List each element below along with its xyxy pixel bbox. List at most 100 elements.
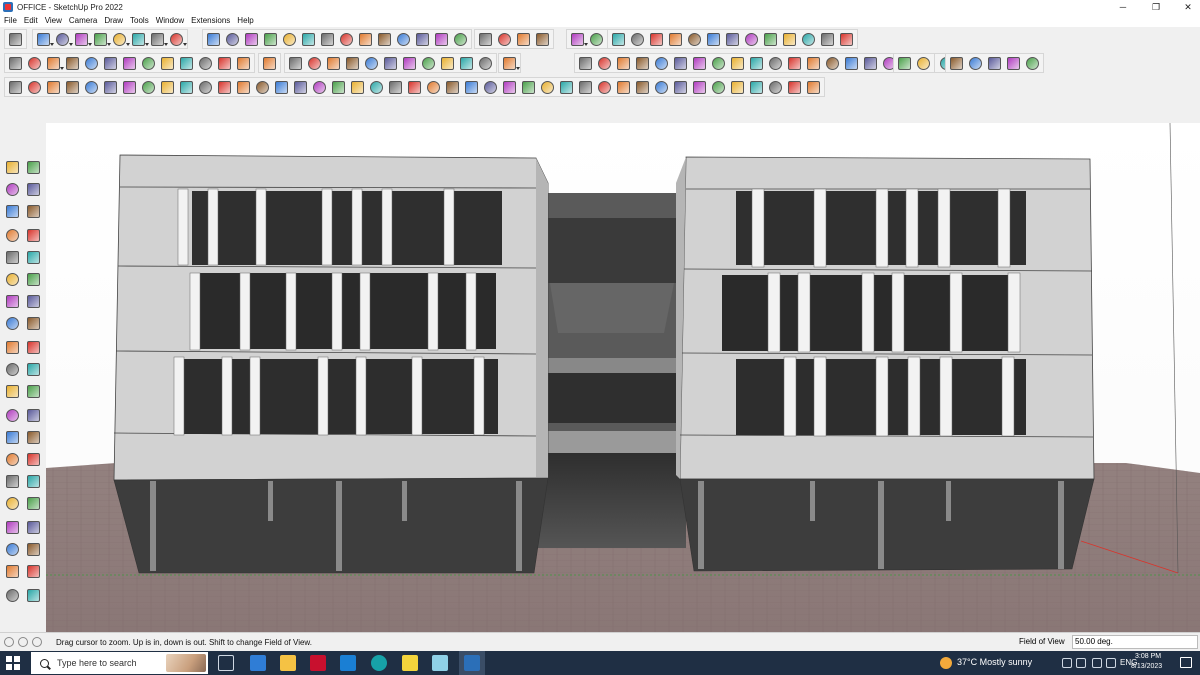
weather-text[interactable]: 37°C Mostly sunny — [957, 657, 1032, 667]
styles-tool-8-icon[interactable] — [139, 54, 158, 73]
orbit-tool-icon[interactable] — [24, 158, 43, 177]
text-tool-icon[interactable] — [3, 406, 22, 425]
shapes-tool-8-icon[interactable] — [709, 54, 728, 73]
views-tool-4-icon[interactable] — [533, 30, 552, 49]
sections-tool-1-icon[interactable] — [947, 54, 966, 73]
sketchup-task-icon[interactable] — [464, 655, 480, 671]
edit-tool-8-icon[interactable] — [337, 30, 356, 49]
extensions-tool-8-icon[interactable] — [139, 78, 158, 97]
circle-tool-icon[interactable] — [3, 270, 22, 289]
sandbox-tool-5-icon[interactable] — [685, 30, 704, 49]
solid-tool-3-icon[interactable] — [324, 54, 343, 73]
credits-icon[interactable] — [18, 637, 28, 647]
solid-tool-11-icon[interactable] — [476, 54, 495, 73]
sandbox-tool-3-icon[interactable] — [647, 30, 666, 49]
extensions-tool-27-icon[interactable] — [500, 78, 519, 97]
start-button[interactable] — [6, 656, 20, 670]
paint-tool-icon[interactable] — [3, 180, 22, 199]
extensions-tool-14-icon[interactable] — [253, 78, 272, 97]
menu-camera[interactable]: Camera — [69, 16, 97, 25]
sandbox-tool-2-icon[interactable] — [628, 30, 647, 49]
component-tool-icon[interactable] — [3, 202, 22, 221]
extensions-tool-31-icon[interactable] — [576, 78, 595, 97]
shapes-tool-12-icon[interactable] — [785, 54, 804, 73]
principal-tool-7-icon[interactable] — [148, 30, 168, 49]
styles-tool-13-icon[interactable] — [234, 54, 253, 73]
minimize-button[interactable]: ─ — [1112, 0, 1134, 14]
arc-tool-1-icon[interactable] — [260, 54, 279, 73]
shapes-tool-2-icon[interactable] — [595, 54, 614, 73]
sandbox-tool-10-icon[interactable] — [780, 30, 799, 49]
styles-tool-3-icon[interactable] — [44, 54, 64, 73]
edit-tool-9-icon[interactable] — [356, 30, 375, 49]
extensions-tool-13-icon[interactable] — [234, 78, 253, 97]
extensions-tool-35-icon[interactable] — [652, 78, 671, 97]
principal-tool-4-icon[interactable] — [91, 30, 111, 49]
sandbox-tool-12-icon[interactable] — [818, 30, 837, 49]
polygon-tool-icon[interactable] — [24, 270, 43, 289]
freehand-tool-icon[interactable] — [24, 226, 43, 245]
geo-location-icon[interactable] — [4, 637, 14, 647]
edit-tool-5-icon[interactable] — [280, 30, 299, 49]
notifications-icon[interactable] — [1180, 657, 1192, 668]
extensions-tool-26-icon[interactable] — [481, 78, 500, 97]
edit-tool-11-icon[interactable] — [394, 30, 413, 49]
pie-tool-icon[interactable] — [24, 292, 43, 311]
edit-tool-10-icon[interactable] — [375, 30, 394, 49]
extensions-tool-7-icon[interactable] — [120, 78, 139, 97]
styles-tool-12-icon[interactable] — [215, 54, 234, 73]
shapes-tool-13-icon[interactable] — [804, 54, 823, 73]
extensions-tool-40-icon[interactable] — [747, 78, 766, 97]
rotate-tool-icon[interactable] — [3, 360, 22, 379]
close-button[interactable]: ✕ — [1177, 0, 1199, 14]
section-tool-icon[interactable] — [24, 428, 43, 447]
solid-tool-6-icon[interactable] — [381, 54, 400, 73]
sandbox-tool-7-icon[interactable] — [723, 30, 742, 49]
extensions-tool-22-icon[interactable] — [405, 78, 424, 97]
shapes-tool-9-icon[interactable] — [728, 54, 747, 73]
taskbar-search[interactable]: Type here to search — [31, 652, 208, 674]
extensions-tool-1-icon[interactable] — [6, 78, 25, 97]
extensions-tool-12-icon[interactable] — [215, 78, 234, 97]
warehouse-tool-1-icon[interactable] — [500, 54, 520, 73]
maximize-button[interactable]: ❐ — [1145, 0, 1167, 14]
flip-tool-icon[interactable] — [3, 382, 22, 401]
shapes-tool-15-icon[interactable] — [842, 54, 861, 73]
edit-tool-12-icon[interactable] — [413, 30, 432, 49]
layers-tool-icon[interactable] — [3, 586, 22, 605]
extensions-tool-5-icon[interactable] — [82, 78, 101, 97]
paint-app-icon[interactable] — [432, 655, 448, 671]
sections-tool-5-icon[interactable] — [1023, 54, 1042, 73]
shapes-tool-6-icon[interactable] — [671, 54, 690, 73]
shapes-tool-4-icon[interactable] — [633, 54, 652, 73]
extensions-tool-3-icon[interactable] — [44, 78, 63, 97]
edit-tool-4-icon[interactable] — [261, 30, 280, 49]
extensions-tool-6-icon[interactable] — [101, 78, 120, 97]
zoom-extents-tool-icon[interactable] — [3, 518, 22, 537]
styles-tool-9-icon[interactable] — [158, 54, 177, 73]
line-tool-icon[interactable] — [3, 226, 22, 245]
tray-volume-icon[interactable] — [1106, 658, 1116, 668]
acrobat-icon[interactable] — [310, 655, 326, 671]
scale-tool-icon[interactable] — [24, 360, 43, 379]
edit-tool-7-icon[interactable] — [318, 30, 337, 49]
zoom-tool-icon[interactable] — [3, 494, 22, 513]
shapes-tool-16-icon[interactable] — [861, 54, 880, 73]
sandbox-tool-icon[interactable] — [24, 586, 43, 605]
arc-tool-icon[interactable] — [3, 292, 22, 311]
shapes-tool-3-icon[interactable] — [614, 54, 633, 73]
extensions-tool-36-icon[interactable] — [671, 78, 690, 97]
extensions-tool-43-icon[interactable] — [804, 78, 823, 97]
extensions-tool-11-icon[interactable] — [196, 78, 215, 97]
principal-tool-1-icon[interactable] — [34, 30, 54, 49]
menu-help[interactable]: Help — [237, 16, 253, 25]
sections-tool-4-icon[interactable] — [1004, 54, 1023, 73]
sandbox-tool-1-icon[interactable] — [609, 30, 628, 49]
extensions-tool-37-icon[interactable] — [690, 78, 709, 97]
search-tool-icon[interactable] — [3, 562, 22, 581]
styles-tool-2-icon[interactable] — [25, 54, 44, 73]
styles-tool-10-icon[interactable] — [177, 54, 196, 73]
extensions-tool-33-icon[interactable] — [614, 78, 633, 97]
menu-extensions[interactable]: Extensions — [191, 16, 230, 25]
previous-tool-icon[interactable] — [24, 518, 43, 537]
